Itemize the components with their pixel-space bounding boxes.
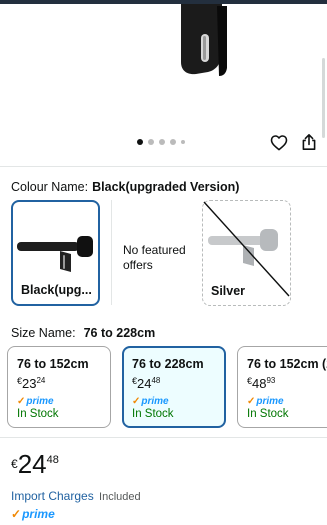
size-option-price: €4893 [247,376,324,391]
check-icon: ✓ [11,507,22,521]
size-value: 76 to 228cm [83,326,156,340]
prime-label: prime [26,395,54,407]
size-option-title: 76 to 228cm [132,357,204,371]
carousel-dots[interactable] [137,139,185,145]
carousel-dot[interactable] [159,139,165,145]
prime-badge: ✓ prime [132,395,216,407]
size-option-76-228[interactable]: 76 to 228cm €2448 ✓ prime In Stock [122,346,226,428]
colour-option-label: Silver [211,284,246,298]
size-label: Size Name: [11,326,76,340]
divider [0,166,327,167]
size-label-row: Size Name: 76 to 228cm [11,326,155,340]
no-featured-offers: No featured offers [123,243,186,272]
size-option-title: 76 to 152cm [17,357,89,371]
colour-label: Colour Name: [11,180,89,194]
price-cents: 24 [36,376,46,385]
prime-badge: ✓ prime [247,395,324,407]
stock-status: In Stock [17,408,59,420]
divider [0,437,327,438]
prime-badge: ✓ prime [11,507,55,521]
check-icon: ✓ [132,395,141,407]
size-option-title: 76 to 152cm (2 [247,357,327,371]
colour-label-row: Colour Name: Black(upgraded Version) [11,180,239,194]
carousel-dot[interactable] [170,139,176,145]
carousel-dot[interactable] [137,139,143,145]
colour-option-label: Black(upg... [21,283,92,297]
size-option-price: €2324 [17,376,101,391]
black-rod-image [17,236,93,272]
import-charges-link[interactable]: Import Charges [11,489,94,503]
product-image[interactable] [0,4,327,144]
stock-status: In Stock [132,408,174,420]
prime-badge: ✓ prime [17,395,101,407]
prime-label: prime [256,395,284,407]
colour-option-black[interactable]: Black(upg... [11,200,100,306]
price-whole: 23 [22,376,37,391]
colour-value: Black(upgraded Version) [92,180,240,194]
prime-label: prime [141,395,169,407]
size-option-price: €2448 [132,376,216,391]
import-charges-included: Included [99,491,141,503]
carousel-dot[interactable] [148,139,154,145]
main-price: € 24 48 [11,451,59,477]
colour-option-silver[interactable]: Silver [202,200,291,306]
image-scrollbar[interactable] [322,58,325,138]
price-whole: 24 [137,376,152,391]
check-icon: ✓ [17,395,26,407]
price-cents: 48 [46,454,59,466]
heart-icon[interactable] [268,131,290,153]
divider [111,200,112,305]
stock-status: In Stock [247,408,289,420]
size-option-76-152-2[interactable]: 76 to 152cm (2 €4893 ✓ prime In Stock [237,346,327,428]
price-currency: € [11,457,18,471]
price-cents: 48 [151,376,161,385]
share-icon[interactable] [298,131,320,153]
prime-label: prime [22,507,55,521]
price-whole: 48 [252,376,267,391]
price-cents: 93 [266,376,276,385]
import-charges: Import Charges Included [11,489,141,503]
check-icon: ✓ [247,395,256,407]
size-option-76-152[interactable]: 76 to 152cm €2324 ✓ prime In Stock [7,346,111,428]
carousel-dot[interactable] [181,140,185,144]
price-whole: 24 [17,449,47,479]
